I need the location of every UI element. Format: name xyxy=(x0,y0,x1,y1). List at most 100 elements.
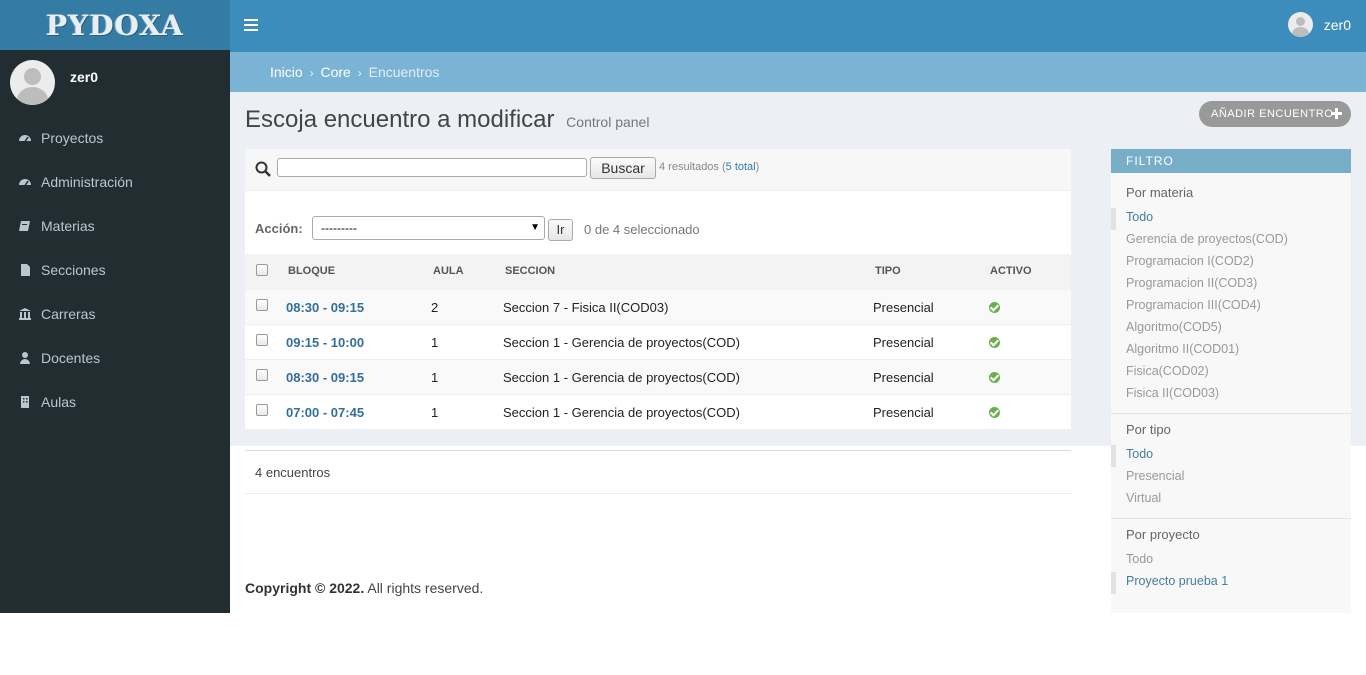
aula-cell: 2 xyxy=(431,300,439,315)
filter-option[interactable]: Todo xyxy=(1111,208,1351,230)
tipo-cell: Presencial xyxy=(873,370,934,385)
top-navbar: zer0 xyxy=(230,0,1366,52)
tipo-cell: Presencial xyxy=(873,405,934,420)
user-panel-name: zer0 xyxy=(70,69,99,85)
sidebar-toggle-icon[interactable] xyxy=(244,17,258,33)
sidebar-item-label: Proyectos xyxy=(41,130,104,146)
sidebar-item-label: Materias xyxy=(41,218,95,234)
breadcrumb-core[interactable]: Core xyxy=(320,64,350,80)
table-footer: 4 encuentros xyxy=(245,450,1071,494)
action-label: Acción: xyxy=(255,221,303,236)
chevron-down-icon: ▼ xyxy=(530,222,540,233)
filter-option[interactable]: Presencial xyxy=(1111,467,1351,489)
sidebar-item-materias[interactable]: Materias xyxy=(0,204,230,248)
sidebar-item-carreras[interactable]: Carreras xyxy=(0,292,230,336)
table-row: 08:30 - 09:15 1 Seccion 1 - Gerencia de … xyxy=(245,360,1071,395)
user-icon xyxy=(20,352,30,364)
breadcrumb-separator: › xyxy=(309,66,314,80)
column-header-aula[interactable]: AULA xyxy=(433,265,464,277)
filter-option[interactable]: Programacion III(COD4) xyxy=(1111,296,1351,318)
select-all-checkbox[interactable] xyxy=(256,264,268,276)
active-check-icon xyxy=(989,302,1000,313)
row-checkbox[interactable] xyxy=(256,334,268,346)
search-icon xyxy=(255,161,271,177)
breadcrumb-separator: › xyxy=(357,66,362,80)
bloque-link[interactable]: 09:15 - 10:00 xyxy=(286,335,364,350)
bloque-link[interactable]: 08:30 - 09:15 xyxy=(286,370,364,385)
aula-cell: 1 xyxy=(431,335,439,350)
sidebar-item-label: Secciones xyxy=(41,262,106,278)
column-header-activo[interactable]: ACTIVO xyxy=(990,265,1032,277)
filter-materia-list: Todo Gerencia de proyectos(COD) Programa… xyxy=(1111,208,1351,406)
sidebar-item-docentes[interactable]: Docentes xyxy=(0,336,230,380)
dashboard-icon xyxy=(19,135,31,142)
column-header-tipo[interactable]: TIPO xyxy=(875,265,901,277)
page-title: Escoja encuentro a modificar Control pan… xyxy=(245,106,649,134)
row-checkbox[interactable] xyxy=(256,369,268,381)
search-bar: Buscar 4 resultados (5 total) xyxy=(245,149,1071,191)
filter-option[interactable]: Fisica II(COD03) xyxy=(1111,384,1351,406)
user-menu[interactable]: zer0 xyxy=(1287,12,1351,37)
search-button[interactable]: Buscar xyxy=(590,157,656,179)
total-link[interactable]: 5 total xyxy=(726,161,756,173)
aula-cell: 1 xyxy=(431,370,439,385)
filter-title: FILTRO xyxy=(1111,149,1351,173)
bloque-link[interactable]: 07:00 - 07:45 xyxy=(286,405,364,420)
sidebar-item-label: Carreras xyxy=(41,306,96,322)
dashboard-icon xyxy=(19,179,31,186)
breadcrumb-home[interactable]: Inicio xyxy=(270,64,303,80)
seccion-cell: Seccion 7 - Fisica II(COD03) xyxy=(503,300,669,315)
sidebar-item-label: Docentes xyxy=(41,350,101,366)
filter-proyecto-list: Todo Proyecto prueba 1 xyxy=(1111,550,1351,594)
sidebar-item-proyectos[interactable]: Proyectos xyxy=(0,116,230,160)
column-header-bloque[interactable]: BLOQUE xyxy=(288,265,335,277)
building-icon xyxy=(21,396,29,408)
results-table: BLOQUE AULA SECCION TIPO ACTIVO 08:30 - … xyxy=(245,254,1071,430)
logo[interactable]: PYDOXA xyxy=(0,0,230,50)
row-checkbox[interactable] xyxy=(256,299,268,311)
filter-option[interactable]: Proyecto prueba 1 xyxy=(1111,572,1351,594)
seccion-cell: Seccion 1 - Gerencia de proyectos(COD) xyxy=(503,370,740,385)
tipo-cell: Presencial xyxy=(873,300,934,315)
filter-option[interactable]: Todo xyxy=(1111,445,1351,467)
sidebar-item-label: Administración xyxy=(41,174,133,190)
page-subtitle: Control panel xyxy=(566,114,650,130)
result-total: 4 encuentros xyxy=(255,465,331,480)
copyright-bold: Copyright © 2022. xyxy=(245,580,365,596)
sidebar-item-aulas[interactable]: Aulas xyxy=(0,380,230,424)
column-header-seccion[interactable]: SECCION xyxy=(505,265,555,277)
action-select-value: --------- xyxy=(321,221,357,235)
filter-option[interactable]: Fisica(COD02) xyxy=(1111,362,1351,384)
sidebar-item-administracion[interactable]: Administración xyxy=(0,160,230,204)
active-check-icon xyxy=(989,407,1000,418)
seccion-cell: Seccion 1 - Gerencia de proyectos(COD) xyxy=(503,405,740,420)
filter-option[interactable]: Algoritmo II(COD01) xyxy=(1111,340,1351,362)
user-name: zer0 xyxy=(1323,16,1351,33)
tipo-cell: Presencial xyxy=(873,335,934,350)
action-select[interactable]: --------- ▼ xyxy=(312,216,545,240)
sidebar-item-secciones[interactable]: Secciones xyxy=(0,248,230,292)
table-row: 08:30 - 09:15 2 Seccion 7 - Fisica II(CO… xyxy=(245,290,1071,325)
go-button[interactable]: Ir xyxy=(548,219,573,241)
active-check-icon xyxy=(989,337,1000,348)
row-checkbox[interactable] xyxy=(256,404,268,416)
seccion-cell: Seccion 1 - Gerencia de proyectos(COD) xyxy=(503,335,740,350)
filter-option[interactable]: Programacion II(COD3) xyxy=(1111,274,1351,296)
filter-panel: FILTRO Por materia Todo Gerencia de proy… xyxy=(1111,149,1351,613)
search-result-count: 4 resultados (5 total) xyxy=(659,161,759,173)
active-check-icon xyxy=(989,372,1000,383)
filter-proyecto-title: Por proyecto xyxy=(1126,527,1200,542)
search-input[interactable] xyxy=(277,158,587,177)
file-icon xyxy=(21,264,30,276)
results-suffix: ) xyxy=(755,161,760,173)
bloque-link[interactable]: 08:30 - 09:15 xyxy=(286,300,364,315)
filter-option[interactable]: Gerencia de proyectos(COD) xyxy=(1111,230,1351,252)
add-encuentro-button[interactable]: AÑADIR ENCUENTRO xyxy=(1199,101,1351,127)
filter-option[interactable]: Todo xyxy=(1111,550,1351,572)
filter-option[interactable]: Programacion I(COD2) xyxy=(1111,252,1351,274)
filter-option[interactable]: Algoritmo(COD5) xyxy=(1111,318,1351,340)
logo-text: PYDOXA xyxy=(46,8,184,42)
institution-icon xyxy=(19,308,31,320)
table-body: 08:30 - 09:15 2 Seccion 7 - Fisica II(CO… xyxy=(245,290,1071,430)
filter-option[interactable]: Virtual xyxy=(1111,489,1351,511)
